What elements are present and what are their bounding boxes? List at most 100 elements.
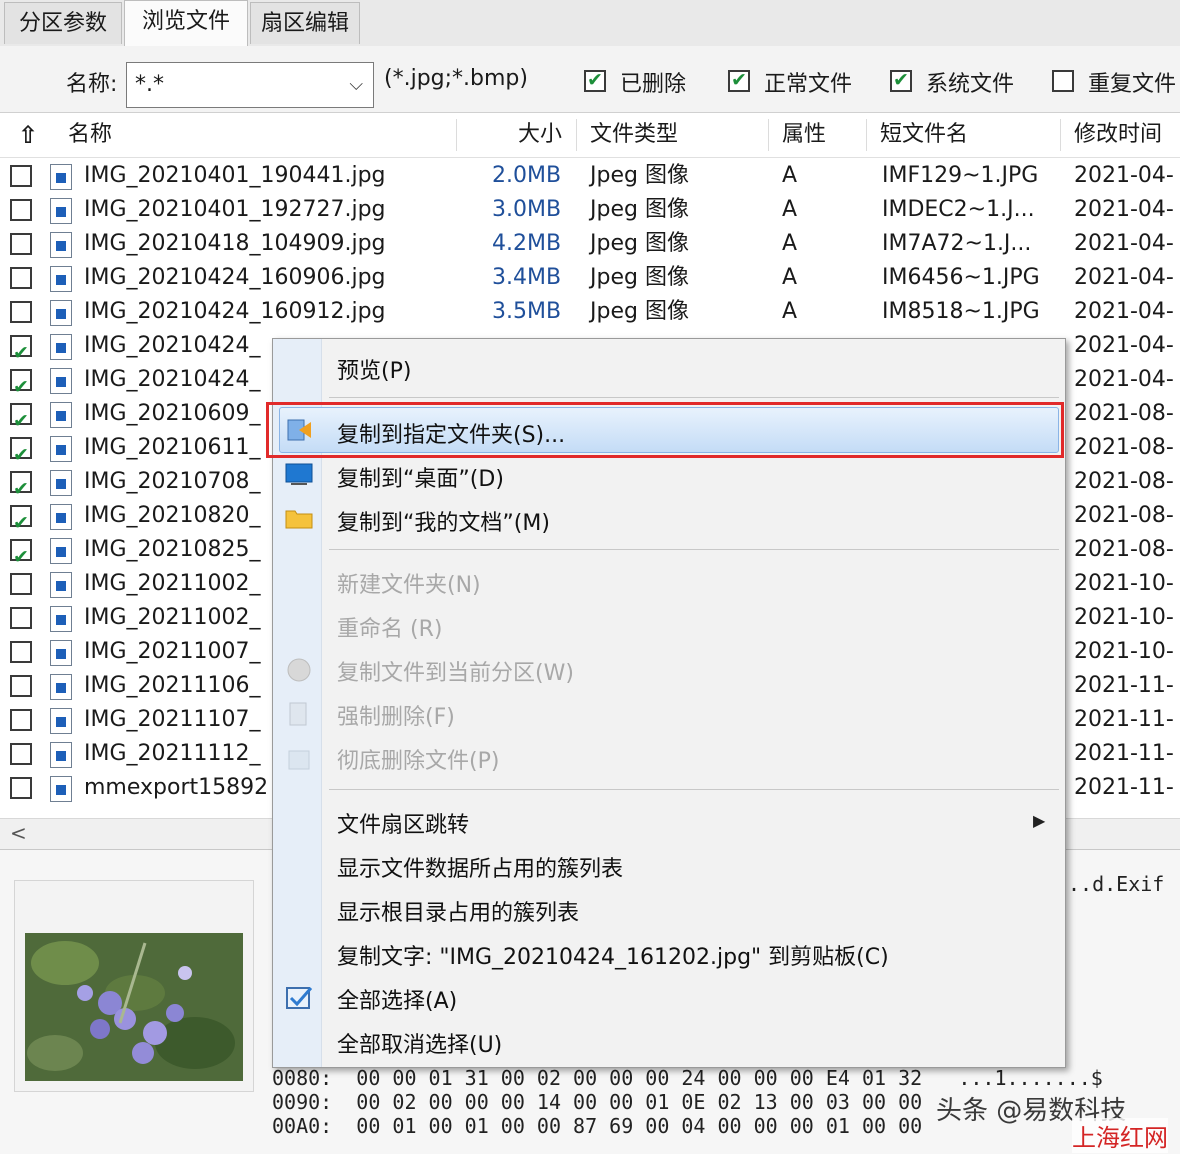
row-checkbox[interactable] <box>10 777 32 799</box>
checkbox-box[interactable] <box>890 70 912 92</box>
mtime-cell: 2021-10- <box>1074 571 1174 596</box>
file-name-cell: mmexport15892 <box>84 775 269 800</box>
file-attr-cell: A <box>782 163 798 188</box>
file-name-cell: IMG_20211106_ <box>84 673 261 698</box>
tab-browse-files[interactable]: 浏览文件 <box>124 0 248 47</box>
image-file-icon <box>50 606 72 632</box>
menu-item-show-root-clusters[interactable]: 显示根目录占用的簇列表 <box>337 895 579 927</box>
mtime-cell: 2021-04- <box>1074 367 1174 392</box>
menu-item-copy-text[interactable]: 复制文字: "IMG_20210424_161202.jpg" 到剪贴板(C) <box>337 939 889 971</box>
menu-item-copy-to-documents[interactable]: 复制到“我的文档”(M) <box>337 505 550 537</box>
mtime-cell: 2021-08- <box>1074 435 1174 460</box>
file-name-cell: IMG_20211002_ <box>84 571 261 596</box>
scroll-left-icon[interactable]: < <box>10 819 27 847</box>
mtime-cell: 2021-08- <box>1074 401 1174 426</box>
row-checkbox[interactable] <box>10 403 32 425</box>
column-header-short-name[interactable]: 短文件名 <box>880 113 968 157</box>
checkbox-system-files[interactable]: 系统文件 <box>890 70 1014 97</box>
checkbox-duplicate-files[interactable]: 重复文件 <box>1052 70 1176 97</box>
tab-bar: 分区参数 浏览文件 扇区编辑 <box>0 0 1180 47</box>
column-header-name[interactable]: 名称 <box>68 113 112 157</box>
checkbox-label: 系统文件 <box>926 72 1015 97</box>
image-file-icon <box>50 708 72 734</box>
row-checkbox[interactable] <box>10 539 32 561</box>
file-name-cell: IMG_20210424_ <box>84 333 261 358</box>
mtime-cell: 2021-04- <box>1074 265 1174 290</box>
image-file-icon <box>50 164 72 190</box>
tab-partition-params[interactable]: 分区参数 <box>4 2 122 44</box>
file-size-cell: 2.0MB <box>492 163 562 188</box>
delete-file-icon <box>289 702 307 726</box>
row-checkbox[interactable] <box>10 233 32 255</box>
tab-sector-edit[interactable]: 扇区编辑 <box>250 2 360 44</box>
image-preview-frame <box>14 880 254 1092</box>
menu-item-rename[interactable]: 重命名 (R) <box>337 611 442 643</box>
row-checkbox[interactable] <box>10 165 32 187</box>
menu-item-new-folder[interactable]: 新建文件夹(N) <box>337 567 481 599</box>
checkbox-deleted[interactable]: 已删除 <box>584 70 686 97</box>
row-checkbox[interactable] <box>10 573 32 595</box>
file-attr-cell: A <box>782 231 798 256</box>
file-type-cell: Jpeg 图像 <box>590 197 689 222</box>
table-row[interactable]: IMG_20210401_190441.jpg 2.0MB Jpeg 图像 A IMF1… <box>0 159 1180 193</box>
column-header-type[interactable]: 文件类型 <box>590 113 678 157</box>
row-checkbox[interactable] <box>10 301 32 323</box>
name-label: 名称: <box>66 72 118 97</box>
menu-item-copy-to-partition[interactable]: 复制文件到当前分区(W) <box>337 655 574 687</box>
table-row[interactable]: IMG_20210418_104909.jpg 4.2MB Jpeg 图像 A IM7A… <box>0 227 1180 261</box>
menu-item-permanent-delete[interactable]: 彻底删除文件(P) <box>337 743 499 775</box>
file-name-cell: IMG_20211007_ <box>84 639 261 664</box>
table-row[interactable]: IMG_20210424_160912.jpg 3.5MB Jpeg 图像 A IM85… <box>0 295 1180 329</box>
checkbox-box[interactable] <box>728 70 750 92</box>
image-file-icon <box>50 300 72 326</box>
table-row[interactable]: IMG_20210424_160906.jpg 3.4MB Jpeg 图像 A IM64… <box>0 261 1180 295</box>
row-checkbox[interactable] <box>10 267 32 289</box>
row-checkbox[interactable] <box>10 369 32 391</box>
image-file-icon <box>50 470 72 496</box>
checkbox-label: 重复文件 <box>1088 72 1177 97</box>
row-checkbox[interactable] <box>10 675 32 697</box>
mtime-cell: 2021-08- <box>1074 503 1174 528</box>
column-header-attr[interactable]: 属性 <box>782 113 826 157</box>
menu-item-force-delete[interactable]: 强制删除(F) <box>337 699 455 731</box>
row-checkbox[interactable] <box>10 641 32 663</box>
menu-item-deselect-all[interactable]: 全部取消选择(U) <box>337 1027 502 1059</box>
row-checkbox[interactable] <box>10 607 32 629</box>
file-name-cell: IMG_20210424_ <box>84 367 261 392</box>
watermark-site: 上海红网 <box>1072 1118 1168 1153</box>
menu-item-copy-to-desktop[interactable]: 复制到“桌面”(D) <box>337 461 504 493</box>
menu-item-sector-jump[interactable]: 文件扇区跳转 <box>337 807 469 839</box>
trash-icon <box>288 750 310 770</box>
file-name-cell: IMG_20210825_ <box>84 537 261 562</box>
row-checkbox[interactable] <box>10 437 32 459</box>
file-size-cell: 4.2MB <box>492 231 562 256</box>
menu-item-preview[interactable]: 预览(P) <box>337 353 411 385</box>
column-header-mtime[interactable]: 修改时间 <box>1074 113 1162 157</box>
column-header-size[interactable]: 大小 <box>518 113 562 157</box>
checkbox-box[interactable] <box>1052 70 1074 92</box>
checkbox-box[interactable] <box>584 70 606 92</box>
up-arrow-icon[interactable]: ⇧ <box>18 113 38 157</box>
chevron-down-icon[interactable]: ⌵ <box>349 63 363 107</box>
short-name-cell: IM7A72~1.J... <box>882 231 1032 256</box>
image-file-icon <box>50 402 72 428</box>
row-checkbox[interactable] <box>10 709 32 731</box>
file-type-cell: Jpeg 图像 <box>590 299 689 324</box>
file-name-cell: IMG_20210611_ <box>84 435 261 460</box>
row-checkbox[interactable] <box>10 743 32 765</box>
short-name-cell: IM6456~1.JPG <box>882 265 1040 290</box>
table-row[interactable]: IMG_20210401_192727.jpg 3.0MB Jpeg 图像 A IMDE… <box>0 193 1180 227</box>
list-header: ⇧ 名称 大小 文件类型 属性 短文件名 修改时间 <box>0 113 1180 158</box>
hex-line: 00A0: 00 01 00 01 00 00 87 69 00 04 00 0… <box>272 1114 923 1138</box>
menu-item-show-file-clusters[interactable]: 显示文件数据所占用的簇列表 <box>337 851 623 883</box>
menu-item-select-all[interactable]: 全部选择(A) <box>337 983 457 1015</box>
row-checkbox[interactable] <box>10 335 32 357</box>
image-file-icon <box>50 334 72 360</box>
row-checkbox[interactable] <box>10 505 32 527</box>
checkbox-normal-files[interactable]: 正常文件 <box>728 70 852 97</box>
mtime-cell: 2021-11- <box>1074 707 1174 732</box>
row-checkbox[interactable] <box>10 199 32 221</box>
name-filter-combobox[interactable]: *.* ⌵ <box>126 62 374 108</box>
row-checkbox[interactable] <box>10 471 32 493</box>
mtime-cell: 2021-04- <box>1074 197 1174 222</box>
